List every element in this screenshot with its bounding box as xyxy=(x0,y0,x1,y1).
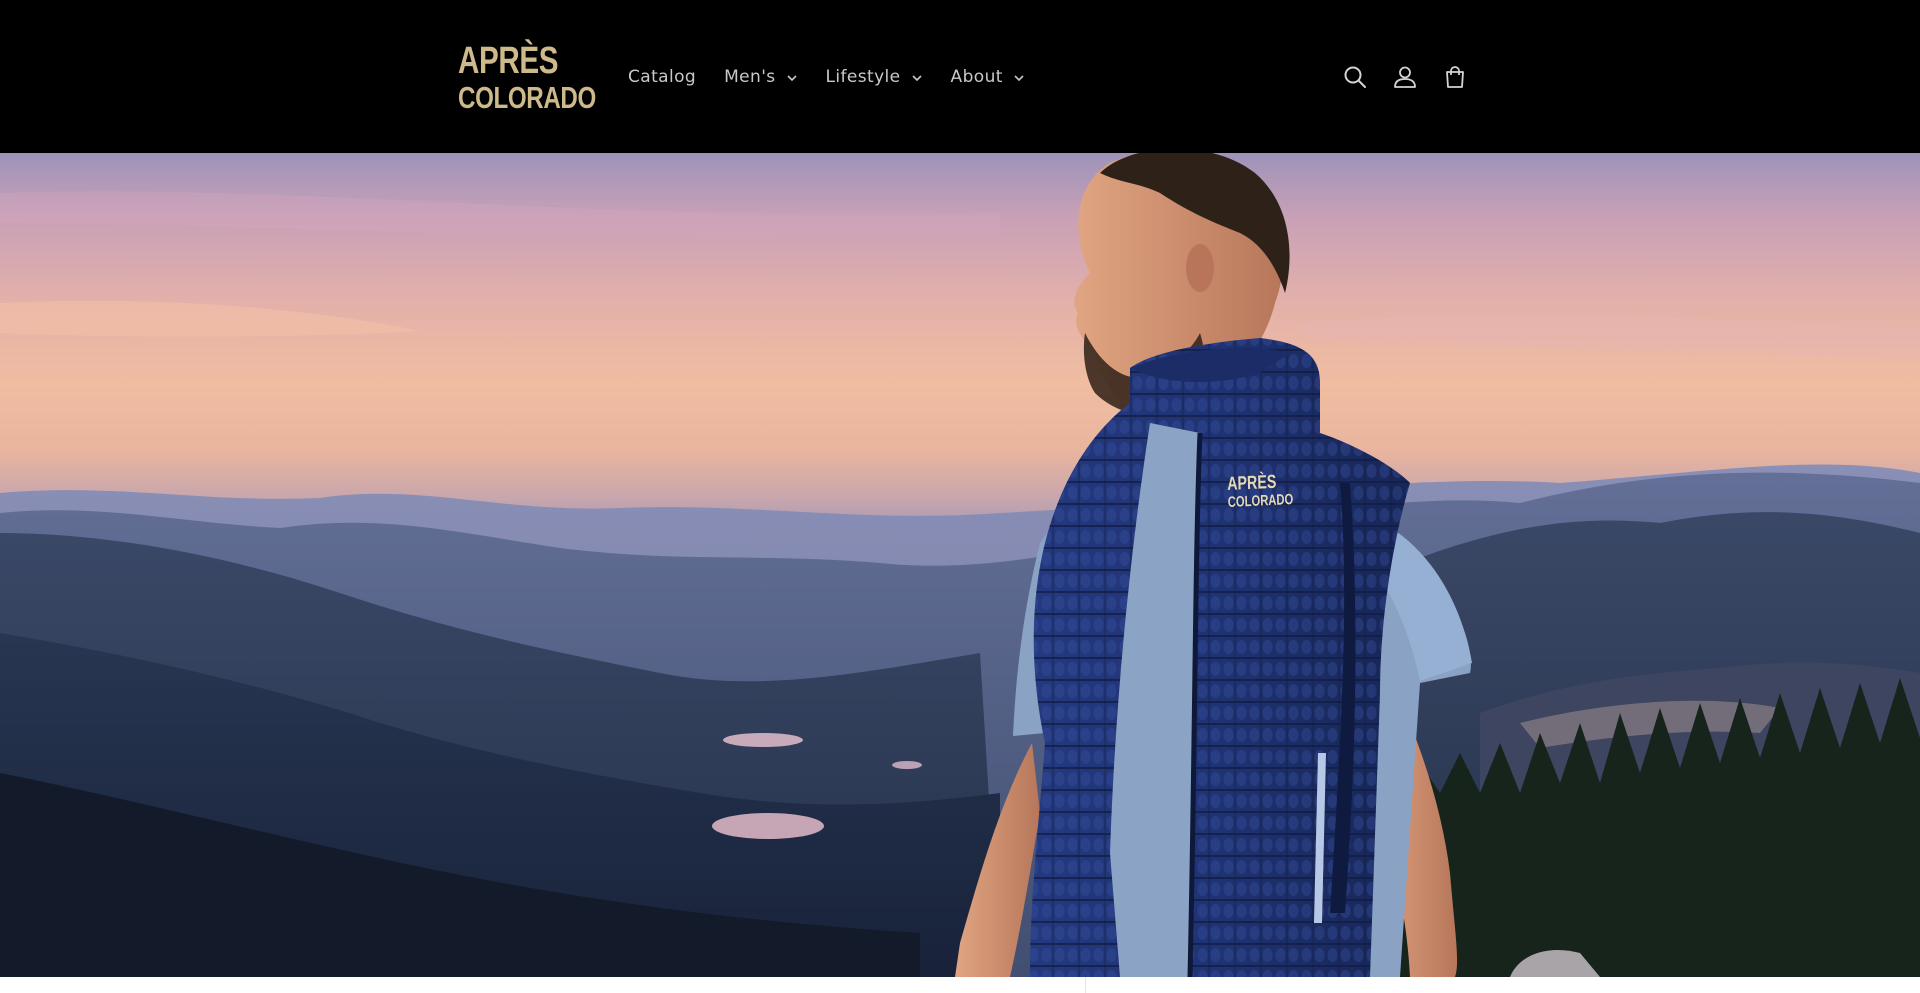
chevron-down-icon xyxy=(911,75,922,82)
hero-image xyxy=(0,153,1920,977)
logo-line-2: COLORADO xyxy=(458,80,596,115)
nav-item-catalog[interactable]: Catalog xyxy=(628,67,710,87)
vest-logo-line-1: APRÈS xyxy=(1226,471,1277,495)
nav-item-label: Men's xyxy=(724,66,776,87)
cart-button[interactable] xyxy=(1442,64,1468,90)
vest-logo-line-2: COLORADO xyxy=(1227,490,1294,511)
logo-line-1: APRÈS xyxy=(458,40,559,82)
main-nav: Catalog Men's Lifestyle About xyxy=(628,67,1039,87)
hero-banner: APRÈS COLORADO xyxy=(0,153,1920,977)
search-button[interactable] xyxy=(1342,64,1368,90)
nav-item-label: Lifestyle xyxy=(825,66,901,87)
below-fold xyxy=(0,977,1920,993)
chevron-down-icon xyxy=(786,75,797,82)
header-icons xyxy=(1342,0,1468,153)
search-icon xyxy=(1344,66,1366,88)
site-header: APRÈS COLORADO Catalog Men's Lifestyle A… xyxy=(0,0,1920,153)
nav-item-mens[interactable]: Men's xyxy=(710,67,811,87)
account-icon xyxy=(1394,66,1416,88)
nav-item-lifestyle[interactable]: Lifestyle xyxy=(812,67,937,87)
account-button[interactable] xyxy=(1392,64,1418,90)
nav-item-about[interactable]: About xyxy=(937,67,1039,87)
nav-item-label: Catalog xyxy=(628,66,697,87)
brand-logo[interactable]: APRÈS COLORADO xyxy=(458,40,596,115)
vest-logo: APRÈS COLORADO xyxy=(1226,471,1294,511)
cart-icon xyxy=(1446,65,1464,88)
section-divider xyxy=(1085,977,1086,993)
header-inner: APRÈS COLORADO Catalog Men's Lifestyle A… xyxy=(458,0,1468,153)
chevron-down-icon xyxy=(1014,75,1024,82)
nav-item-label: About xyxy=(950,66,1003,87)
